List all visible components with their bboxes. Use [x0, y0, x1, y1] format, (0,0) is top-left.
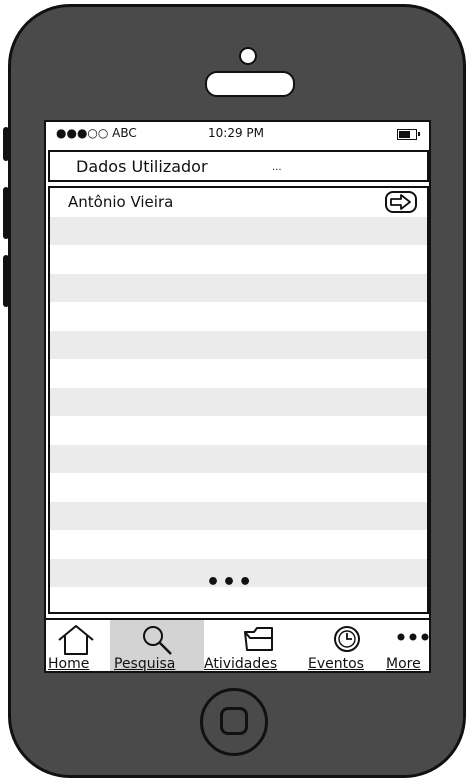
tab-more-label: More: [386, 656, 421, 672]
earpiece-speaker: [205, 71, 295, 97]
list-stripes: [50, 188, 427, 612]
volume-up-button: [3, 187, 9, 239]
status-time: 10:29 PM: [208, 126, 264, 140]
tab-eventos[interactable]: Eventos: [308, 620, 384, 672]
phone-screen: ●●●○○ ABC 10:29 PM Dados Utilizador ... …: [44, 120, 431, 673]
tab-pesquisa[interactable]: Pesquisa: [110, 620, 204, 672]
page-title: Dados Utilizador: [76, 157, 208, 176]
header-bar: Dados Utilizador ...: [48, 150, 429, 182]
front-camera: [239, 47, 257, 65]
status-bar: ●●●○○ ABC 10:29 PM: [46, 122, 429, 148]
clock-icon: [334, 626, 360, 652]
tab-home[interactable]: Home: [46, 620, 110, 672]
carrier-signal: ●●●○○ ABC: [56, 126, 137, 140]
open-arrow-button[interactable]: [385, 191, 417, 213]
arrow-right-icon: [390, 194, 411, 210]
more-icon: [397, 633, 429, 641]
folder-icon: [244, 627, 273, 651]
tab-bar: Home Pesquisa Atividades Eventos More: [46, 618, 429, 672]
tab-pesquisa-label: Pesquisa: [114, 656, 176, 672]
tab-atividades[interactable]: Atividades: [204, 620, 308, 672]
header-ellipsis: ...: [272, 162, 282, 173]
search-icon: [143, 626, 172, 655]
home-hardware-button[interactable]: [200, 688, 268, 756]
home-icon: [58, 625, 94, 655]
tab-eventos-label: Eventos: [308, 656, 364, 672]
home-square-icon: [220, 707, 248, 735]
volume-down-button: [3, 255, 9, 307]
tab-home-label: Home: [48, 656, 90, 672]
tab-more[interactable]: More: [384, 620, 429, 672]
battery-icon: [397, 129, 420, 140]
tab-atividades-label: Atividades: [204, 656, 278, 672]
user-list: Antônio Vieira •••: [48, 186, 429, 614]
list-item[interactable]: Antônio Vieira: [50, 188, 427, 217]
list-item-label: Antônio Vieira: [68, 193, 174, 211]
more-indicator: •••: [206, 570, 255, 595]
mute-switch: [3, 127, 9, 161]
